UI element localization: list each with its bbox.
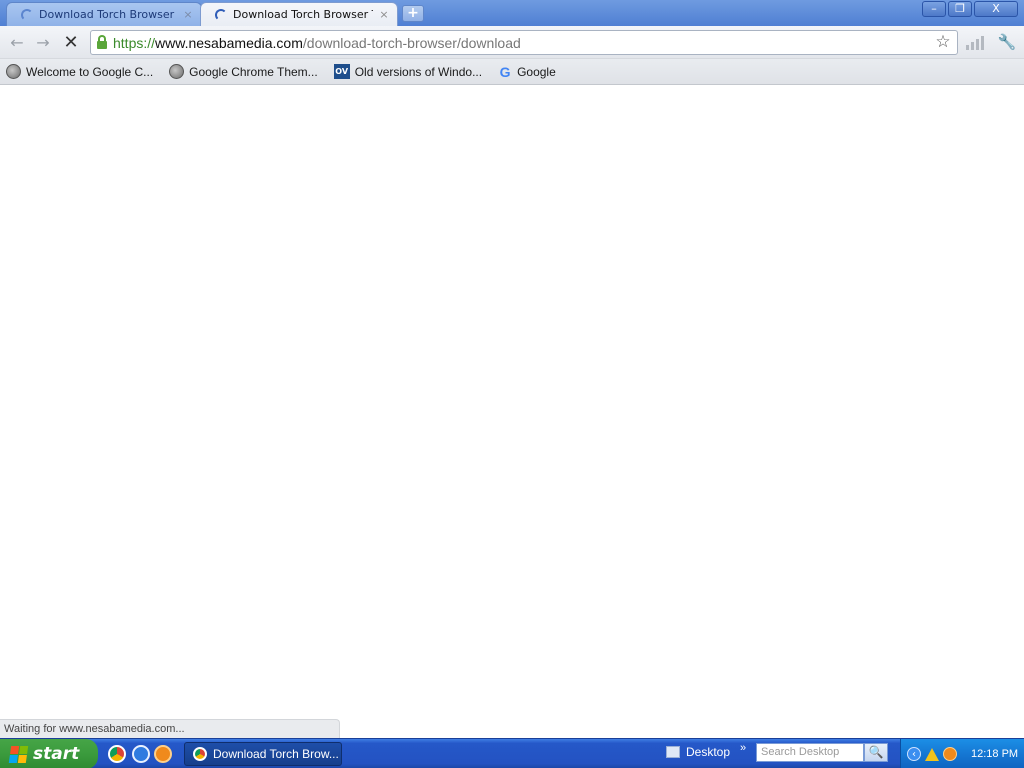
tab-close-icon[interactable]: × <box>183 8 193 21</box>
bookmark-item[interactable]: Welcome to Google C... <box>6 64 153 79</box>
close-window-button[interactable]: X <box>974 1 1018 17</box>
wrench-menu-icon[interactable]: 🔧 <box>996 31 1018 53</box>
bookmark-label: Old versions of Windo... <box>354 64 483 79</box>
browser-toolbar: ← → ✕ https://www.nesabamedia.com/downlo… <box>0 26 1024 59</box>
search-icon[interactable]: 🔍 <box>864 743 888 762</box>
system-tray: ‹ 12:18 PM <box>900 739 1024 768</box>
restore-button[interactable]: ❐ <box>948 1 972 17</box>
clock: 12:18 PM <box>971 748 1019 760</box>
tab-1[interactable]: Download Torch Browser Terb × <box>6 2 202 26</box>
status-bubble: Waiting for www.nesabamedia.com... <box>0 719 340 738</box>
bookmarks-bar: Welcome to Google C... Google Chrome The… <box>0 59 1024 85</box>
back-button[interactable]: ← <box>6 32 28 54</box>
loading-spinner-icon <box>215 8 227 21</box>
start-label: start <box>33 744 80 764</box>
bookmark-label: Google <box>517 64 556 79</box>
address-bar[interactable]: https://www.nesabamedia.com/download-tor… <box>90 30 958 55</box>
globe-icon <box>6 64 21 79</box>
chrome-icon <box>193 747 207 761</box>
loading-spinner-icon <box>21 8 33 21</box>
signal-bars-icon[interactable] <box>966 34 984 50</box>
minimize-button[interactable]: – <box>922 1 946 17</box>
page-content <box>0 86 1024 738</box>
tab-2[interactable]: Download Torch Browser Terb × <box>200 2 398 26</box>
ov-icon: OV <box>333 64 350 79</box>
url-path: /download-torch-browser/download <box>302 34 521 51</box>
warning-icon[interactable] <box>925 747 939 761</box>
url-host: www.nesabamedia.com <box>155 34 303 51</box>
bookmark-label: Google Chrome Them... <box>189 64 318 79</box>
new-tab-button[interactable]: + <box>402 5 424 22</box>
forward-arrow-icon: → <box>36 33 50 52</box>
tab-strip: Download Torch Browser Terb × Download T… <box>0 0 1024 26</box>
window-controls: – ❐ X <box>922 1 1018 17</box>
bookmark-item[interactable]: G Google <box>498 64 556 80</box>
globe-icon <box>169 64 185 79</box>
desktop-icon <box>666 746 680 758</box>
desktop-toolbar[interactable]: Desktop » <box>666 742 746 759</box>
start-button[interactable]: start <box>0 739 98 768</box>
bookmark-item[interactable]: Google Chrome Them... <box>169 64 318 79</box>
taskbar: start Download Torch Brow... Desktop » S… <box>0 738 1024 768</box>
bookmark-label: Welcome to Google C... <box>26 64 154 79</box>
desktop-label: Desktop <box>686 745 731 759</box>
taskbar-item-chrome[interactable]: Download Torch Brow... <box>184 742 342 766</box>
desktop-search-input[interactable]: Search Desktop <box>756 743 864 762</box>
forward-button[interactable]: → <box>32 32 54 54</box>
windows-logo-icon <box>8 745 29 763</box>
ie-quicklaunch-icon[interactable] <box>132 745 150 763</box>
url-text[interactable]: https://www.nesabamedia.com/download-tor… <box>113 35 521 51</box>
chevron-icon[interactable]: » <box>740 742 746 754</box>
task-label: Download Torch Brow... <box>213 747 339 761</box>
back-arrow-icon: ← <box>10 33 24 52</box>
google-g-icon: G <box>499 63 511 80</box>
tray-expand-icon[interactable]: ‹ <box>907 747 921 761</box>
tab-title: Download Torch Browser Terb <box>39 8 177 21</box>
bookmark-star-icon[interactable]: ☆ <box>933 32 953 52</box>
torch-tray-icon[interactable] <box>943 747 957 761</box>
tab-close-icon[interactable]: × <box>379 8 389 21</box>
chrome-quicklaunch-icon[interactable] <box>108 745 126 763</box>
bookmark-item[interactable]: OV Old versions of Windo... <box>333 64 483 79</box>
stop-button[interactable]: ✕ <box>60 32 82 54</box>
secure-lock-icon[interactable] <box>91 32 113 54</box>
url-scheme: https:// <box>113 34 156 51</box>
torch-quicklaunch-icon[interactable] <box>154 745 172 763</box>
tab-title: Download Torch Browser Terb <box>233 8 373 21</box>
